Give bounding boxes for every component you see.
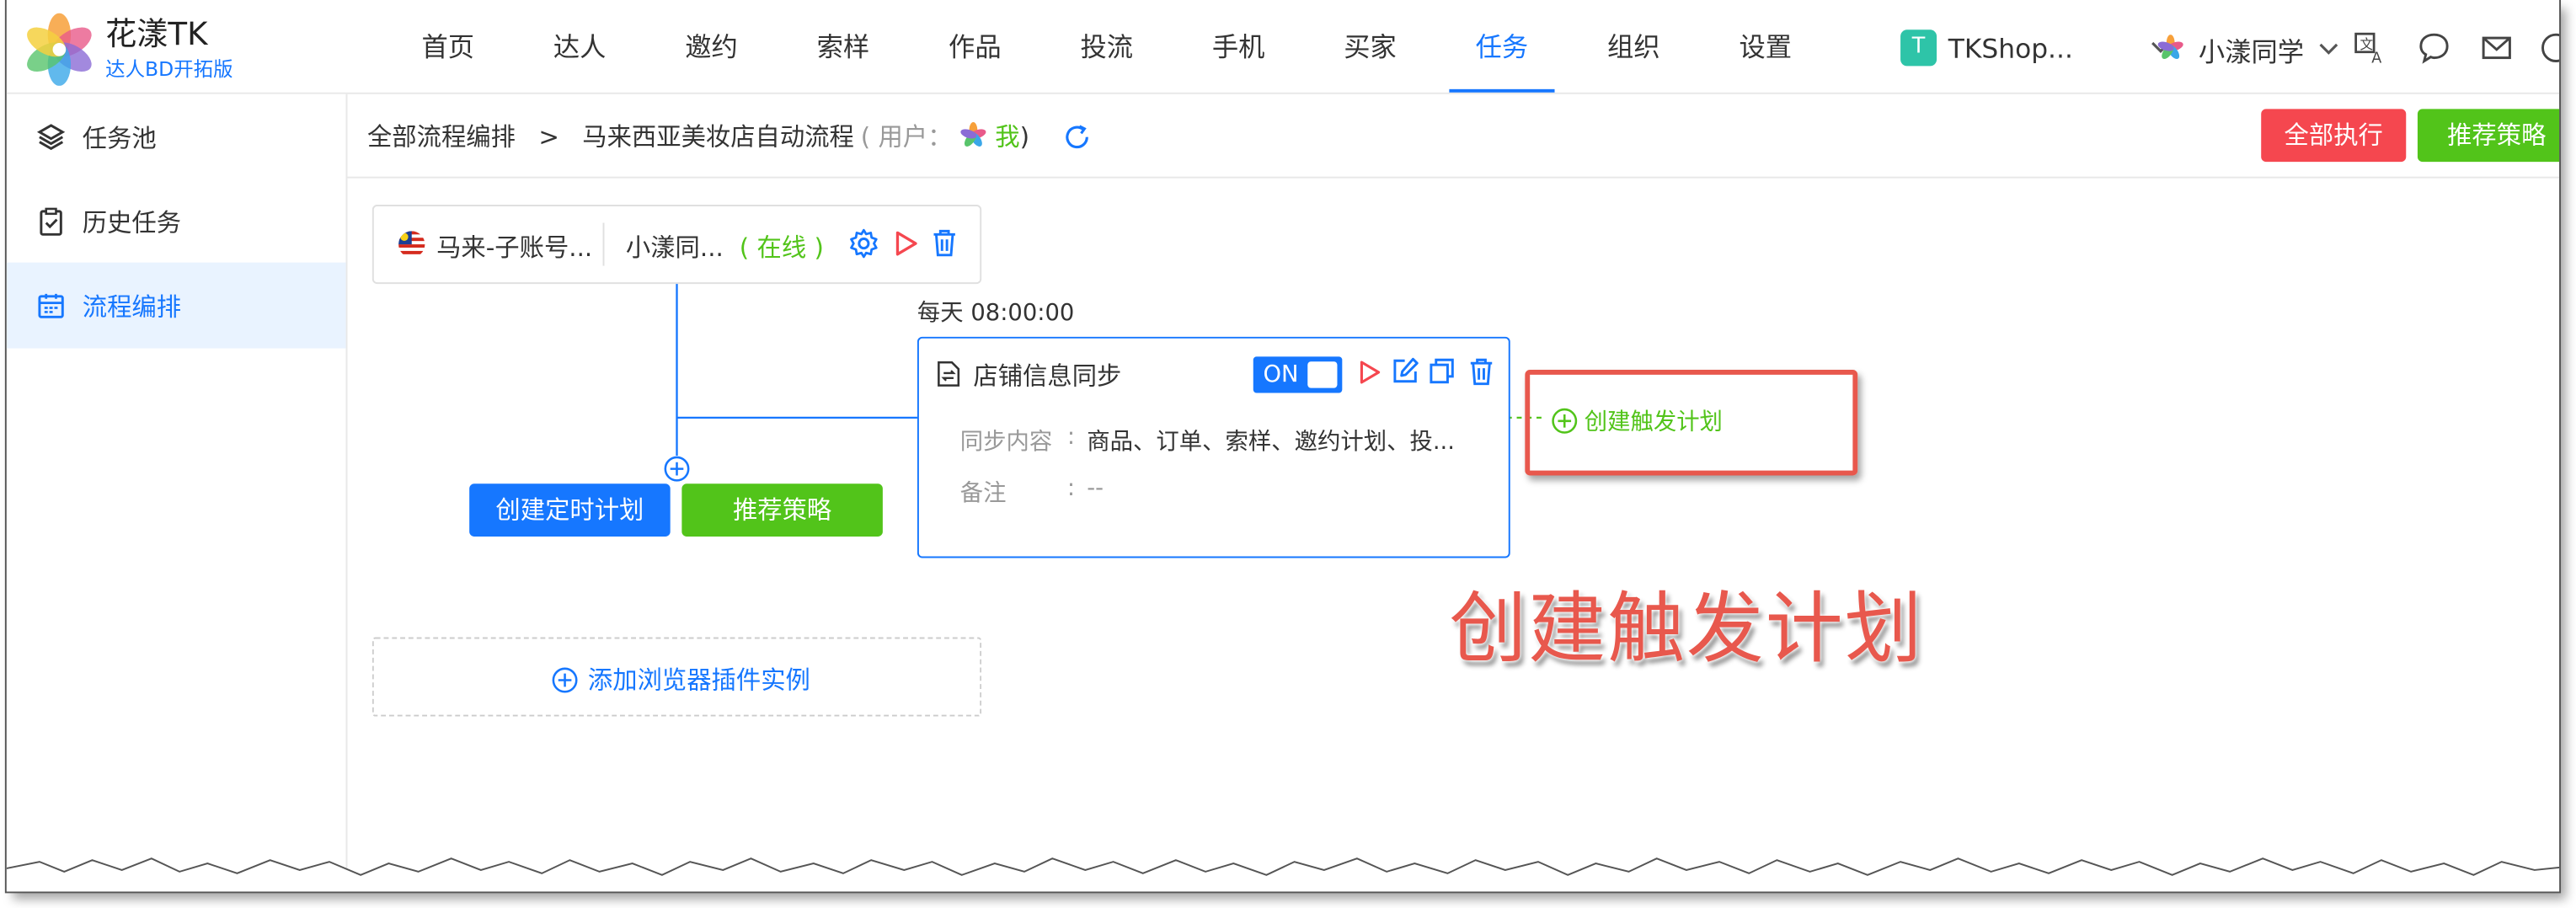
play-icon[interactable] [893,229,919,257]
task-card[interactable]: 店铺信息同步 ON 同步内容 : 商品、订单、索样、邀约计划、投... 备注:… [917,336,1510,558]
trigger-highlight-box: 创建触发计划 [1525,370,1858,476]
plus-circle-icon [552,666,578,692]
sync-content-value: 商品、订单、索样、邀约计划、投... [1087,429,1455,456]
account-status: ( 在线 ) [739,232,824,263]
divider [602,222,605,266]
document-sync-icon [938,361,960,387]
add-node-plus-icon[interactable] [664,456,690,482]
edit-icon[interactable] [1392,356,1419,384]
create-trigger-plan-link[interactable]: 创建触发计划 [1552,404,1723,437]
note-colon: : [1066,475,1076,502]
task-toggle[interactable]: ON [1253,356,1343,393]
play-icon[interactable] [1357,358,1382,386]
account-card: 马来-子账号... 小漾同... ( 在线 ) [371,205,982,285]
account-user: 小漾同... [625,232,724,263]
account-name[interactable]: 马来-子账号... [436,229,592,264]
sync-content-colon: : [1066,424,1076,451]
trash-icon[interactable] [931,227,959,257]
malaysia-flag-icon [398,231,425,258]
app-window: 花漾TK 达人BD开拓版 首页 达人 邀约 索样 作品 投流 手机 买家 任务 … [6,0,2560,892]
trash-icon[interactable] [1467,356,1495,386]
plus-circle-icon [1552,408,1578,434]
add-plugin-link[interactable]: 添加浏览器插件实例 [552,662,810,697]
copy-icon[interactable] [1428,356,1456,384]
schedule-time: 每天 08:00:00 [917,300,1075,328]
create-timer-plan-button[interactable]: 创建定时计划 [469,483,671,537]
torn-edge-decoration [6,857,2560,892]
trigger-label: 创建触发计划 [1584,409,1723,436]
gear-icon[interactable] [848,227,879,259]
task-title: 店铺信息同步 [973,361,1122,392]
annotation-callout: 创建触发计划 [1449,584,1924,676]
toggle-knob [1307,361,1338,388]
add-plugin-label: 添加浏览器插件实例 [587,665,810,696]
sync-content-label: 同步内容 [959,429,1053,456]
toggle-label: ON [1263,361,1299,388]
recommend-strategy-small-button[interactable]: 推荐策略 [681,483,883,537]
note-value: -- [1087,475,1104,502]
note-label: 备注 [959,480,1007,507]
add-plugin-box[interactable]: 添加浏览器插件实例 [371,637,982,717]
